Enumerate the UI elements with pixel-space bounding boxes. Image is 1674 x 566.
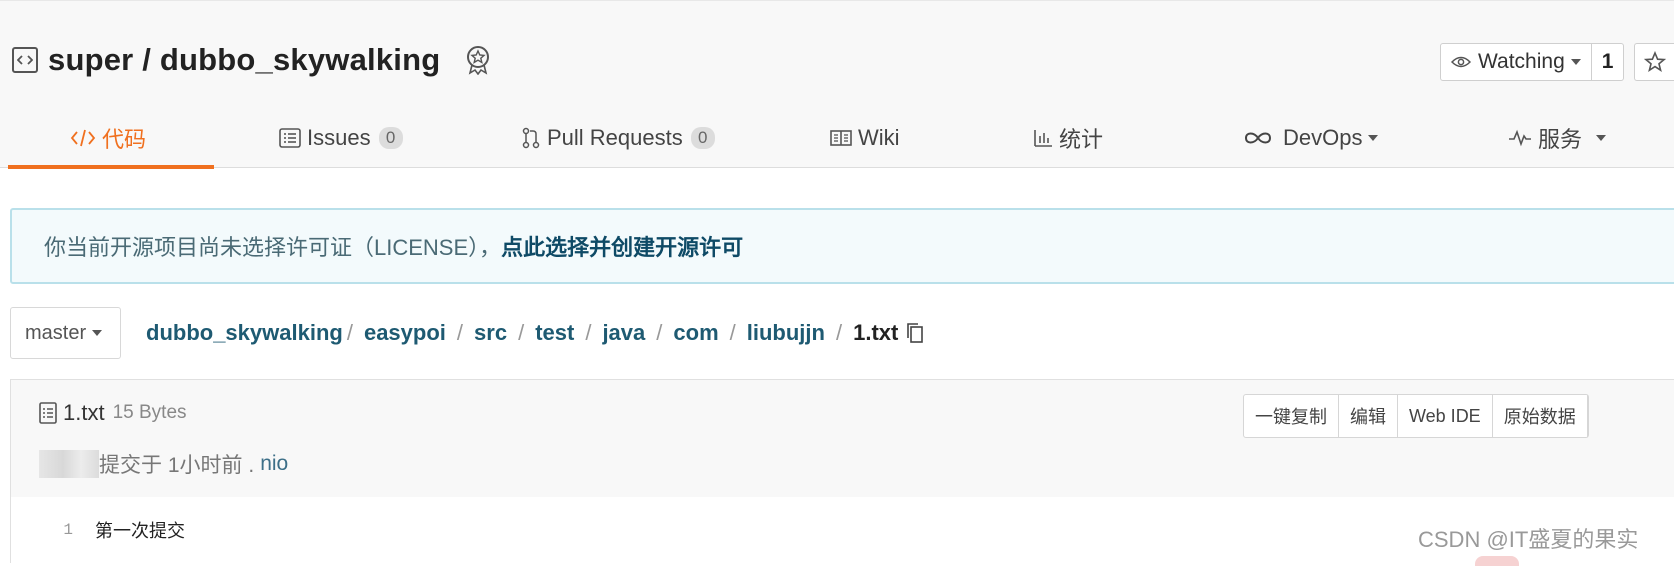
raw-data-button[interactable]: 原始数据 — [1493, 395, 1588, 437]
pulse-icon — [1509, 129, 1531, 147]
breadcrumb-separator: / — [346, 320, 353, 345]
code-repo-icon — [12, 47, 38, 73]
tab-wiki-label: Wiki — [858, 125, 900, 150]
breadcrumb-item[interactable]: src — [474, 320, 507, 346]
tab-devops[interactable]: DevOps — [1243, 108, 1379, 168]
recommend-badge-icon[interactable] — [464, 45, 492, 75]
code-icon — [70, 129, 96, 147]
file-icon — [39, 402, 57, 424]
license-create-link[interactable]: 点此选择并创建开源许可 — [501, 230, 743, 262]
file-size: 15 Bytes — [112, 402, 187, 423]
commit-author-link[interactable]: nio — [260, 452, 288, 476]
tab-stats[interactable]: 统计 — [1033, 108, 1103, 168]
repo-name[interactable]: super / dubbo_skywalking — [48, 42, 440, 78]
tab-pull-requests[interactable]: Pull Requests 0 — [521, 108, 715, 168]
issues-count-badge: 0 — [378, 127, 403, 149]
line-content: 第一次提交 — [95, 521, 185, 541]
branch-select[interactable]: master — [10, 307, 121, 359]
breadcrumb-separator: / — [518, 320, 525, 345]
breadcrumb-file: 1.txt — [853, 320, 899, 345]
pull-request-icon — [522, 127, 540, 149]
book-icon — [830, 130, 852, 146]
bar-chart-icon — [1034, 130, 1052, 147]
active-tab-indicator — [8, 165, 214, 169]
breadcrumb-item[interactable]: easypoi — [364, 320, 446, 346]
repo-title: super / dubbo_skywalking — [12, 40, 492, 80]
breadcrumb-item[interactable]: liubujjn — [747, 320, 825, 346]
tab-devops-label: DevOps — [1283, 125, 1363, 150]
repo-tabs: 代码 Issues 0 Pull Requests 0 Wiki 统计 DevO… — [0, 108, 1674, 168]
pull-requests-count-badge: 0 — [690, 127, 715, 149]
tab-issues[interactable]: Issues 0 — [279, 108, 403, 168]
copy-all-button[interactable]: 一键复制 — [1244, 395, 1339, 437]
breadcrumb-item[interactable]: java — [602, 320, 645, 346]
file-actions: 一键复制 编辑 Web IDE 原始数据 — [1243, 394, 1589, 438]
breadcrumb-separator: / — [835, 320, 843, 345]
tab-services-label: 服务 — [1538, 127, 1583, 152]
chevron-down-icon — [1570, 59, 1581, 65]
breadcrumb-item[interactable]: test — [535, 320, 574, 346]
commit-text: 提交于 1小时前 . — [99, 454, 255, 477]
watch-label: Watching — [1478, 50, 1565, 73]
tab-services[interactable]: 服务 — [1508, 108, 1607, 168]
file-name: 1.txt — [63, 400, 105, 425]
tab-pull-requests-label: Pull Requests — [547, 125, 683, 150]
chevron-down-icon — [1596, 135, 1607, 141]
watch-button[interactable]: Watching — [1440, 43, 1592, 81]
breadcrumb-separator: / — [729, 320, 736, 345]
web-ide-button[interactable]: Web IDE — [1398, 395, 1493, 437]
commit-info: 提交于 1小时前 . nio — [39, 449, 288, 479]
breadcrumb-separator: / — [585, 320, 592, 345]
breadcrumb: dubbo_skywalking / easypoi / src / test … — [146, 318, 926, 348]
star-icon — [1643, 51, 1666, 72]
watch-group: Watching 1 — [1440, 43, 1674, 83]
edit-button[interactable]: 编辑 — [1339, 395, 1398, 437]
file-name-row: 1.txt 15 Bytes — [39, 400, 187, 426]
branch-name: master — [25, 321, 87, 344]
eye-icon — [1451, 56, 1471, 68]
breadcrumb-item[interactable]: com — [673, 320, 718, 346]
chevron-down-icon — [92, 330, 103, 336]
chevron-down-icon — [1368, 135, 1379, 141]
watch-count[interactable]: 1 — [1591, 43, 1625, 81]
avatar[interactable] — [39, 450, 99, 478]
infinity-icon — [1244, 132, 1272, 144]
tab-stats-label: 统计 — [1059, 127, 1104, 152]
watermark: CSDN @IT盛夏的果实 — [1418, 527, 1639, 552]
tab-wiki[interactable]: Wiki — [830, 108, 900, 168]
license-banner: 你当前开源项目尚未选择许可证（LICENSE）， 点此选择并创建开源许可 — [10, 208, 1674, 284]
line-number[interactable]: 1 — [11, 521, 73, 539]
license-text: 你当前开源项目尚未选择许可证（LICENSE）， — [44, 235, 502, 260]
breadcrumb-separator: / — [656, 320, 663, 345]
star-button[interactable] — [1634, 43, 1674, 81]
tab-issues-label: Issues — [307, 125, 371, 150]
breadcrumb-separator: / — [456, 320, 464, 345]
issues-icon — [279, 128, 301, 148]
watermark-decoration — [1475, 556, 1519, 566]
copy-path-icon[interactable] — [904, 321, 926, 345]
tab-code[interactable]: 代码 — [70, 108, 146, 168]
tab-code-label: 代码 — [102, 127, 147, 152]
breadcrumb-root[interactable]: dubbo_skywalking — [146, 320, 343, 346]
file-header: 1.txt 15 Bytes 提交于 1小时前 . nio 一键复制 编辑 We… — [11, 380, 1674, 498]
